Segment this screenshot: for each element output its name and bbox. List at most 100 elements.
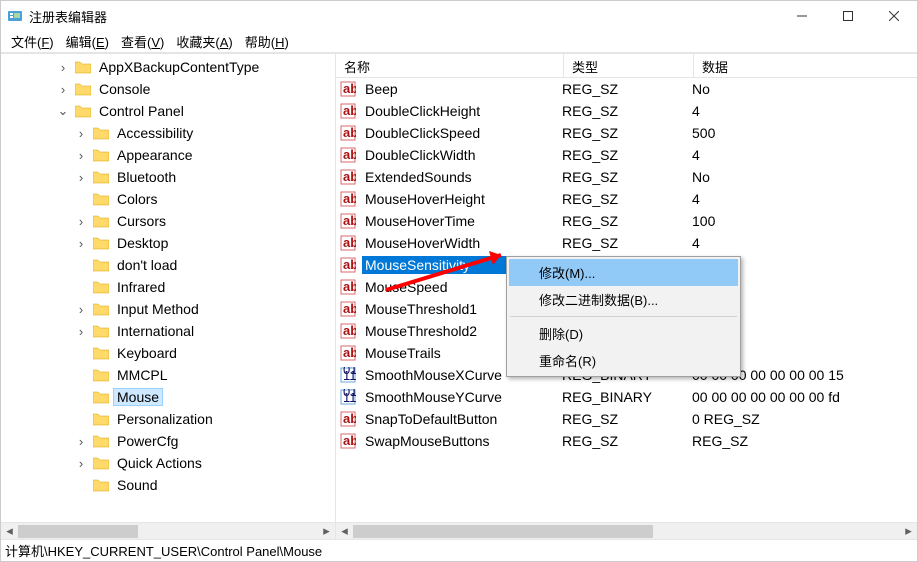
value-row[interactable]: abMouseHoverTimeREG_SZ100	[336, 210, 917, 232]
tree-item[interactable]: ⌄ Control Panel	[1, 100, 335, 122]
value-type: REG_BINARY	[562, 389, 692, 405]
list-body[interactable]: abBeepREG_SZNoabDoubleClickHeightREG_SZ4…	[336, 78, 917, 522]
menu-edit[interactable]: 编辑(E)	[60, 30, 115, 53]
tree-label: International	[113, 322, 198, 340]
tree-item[interactable]: ›PowerCfg	[1, 430, 335, 452]
tree-item[interactable]: Personalization	[1, 408, 335, 430]
tree-item[interactable]: Sound	[1, 474, 335, 496]
ctx-separator	[510, 316, 737, 317]
expand-icon[interactable]: ⌄	[55, 103, 71, 119]
svg-text:ab: ab	[343, 411, 356, 426]
column-header-type[interactable]: 类型	[564, 54, 694, 77]
scroll-thumb[interactable]	[353, 525, 653, 538]
main-content: › AppXBackupContentType › Console ⌄ Control P…	[1, 53, 917, 539]
expand-icon[interactable]: ›	[73, 236, 89, 251]
tree-item[interactable]: ›Input Method	[1, 298, 335, 320]
tree-item[interactable]: don't load	[1, 254, 335, 276]
tree-item[interactable]: Keyboard	[1, 342, 335, 364]
tree-label: Desktop	[113, 234, 172, 252]
statusbar-path: 计算机\HKEY_CURRENT_USER\Control Panel\Mous…	[5, 541, 322, 560]
tree-scrollbar-h[interactable]: ◂ ▸	[1, 522, 335, 539]
tree-item[interactable]: Infrared	[1, 276, 335, 298]
tree-item[interactable]: ›Quick Actions	[1, 452, 335, 474]
close-button[interactable]	[871, 1, 917, 31]
tree-item[interactable]: ›Cursors	[1, 210, 335, 232]
statusbar: 计算机\HKEY_CURRENT_USER\Control Panel\Mous…	[1, 539, 917, 561]
maximize-button[interactable]	[825, 1, 871, 31]
scroll-thumb[interactable]	[18, 525, 138, 538]
value-data: 0 REG_SZ	[692, 411, 917, 427]
value-data: 500	[692, 125, 917, 141]
menu-view[interactable]: 查看(V)	[115, 30, 170, 53]
menu-help[interactable]: 帮助(H)	[239, 30, 295, 53]
value-row[interactable]: abBeepREG_SZNo	[336, 78, 917, 100]
value-type: REG_SZ	[562, 147, 692, 163]
tree-item[interactable]: ›Bluetooth	[1, 166, 335, 188]
expand-icon[interactable]: ›	[73, 170, 89, 185]
svg-text:ab: ab	[343, 257, 356, 272]
value-row[interactable]: abDoubleClickHeightREG_SZ4	[336, 100, 917, 122]
expand-icon[interactable]: ›	[55, 82, 71, 97]
value-row[interactable]: abSwapMouseButtonsREG_SZ REG_SZ	[336, 430, 917, 452]
value-row[interactable]: abDoubleClickSpeedREG_SZ500	[336, 122, 917, 144]
menu-favorites[interactable]: 收藏夹(A)	[170, 30, 238, 53]
ctx-rename[interactable]: 重命名(R)	[509, 347, 738, 374]
expand-icon[interactable]: ›	[73, 126, 89, 141]
value-row[interactable]: abDoubleClickWidthREG_SZ4	[336, 144, 917, 166]
value-type: REG_SZ	[562, 191, 692, 207]
tree-item[interactable]: MMCPL	[1, 364, 335, 386]
tree-pane: › AppXBackupContentType › Console ⌄ Control P…	[1, 54, 336, 539]
minimize-button[interactable]	[779, 1, 825, 31]
ctx-delete[interactable]: 删除(D)	[509, 320, 738, 347]
scroll-track[interactable]	[18, 523, 318, 540]
value-name: MouseHoverWidth	[362, 234, 562, 252]
tree-label: AppXBackupContentType	[95, 58, 263, 76]
scroll-right-icon[interactable]: ▸	[318, 523, 335, 540]
value-type: REG_SZ	[562, 433, 692, 449]
tree-label: Console	[95, 80, 154, 98]
value-name: Beep	[362, 80, 562, 98]
tree-item[interactable]: ›Accessibility	[1, 122, 335, 144]
tree-content[interactable]: › AppXBackupContentType › Console ⌄ Control P…	[1, 54, 335, 522]
value-name: MouseHoverHeight	[362, 190, 562, 208]
tree-label: Infrared	[113, 278, 169, 296]
scroll-left-icon[interactable]: ◂	[1, 523, 18, 540]
value-name: SnapToDefaultButton	[362, 410, 562, 428]
expand-icon[interactable]: ›	[73, 148, 89, 163]
tree-item[interactable]: Mouse	[1, 386, 335, 408]
expand-icon[interactable]: ›	[55, 60, 71, 75]
value-type: REG_SZ	[562, 81, 692, 97]
ctx-modify-binary[interactable]: 修改二进制数据(B)...	[509, 286, 738, 313]
tree-item[interactable]: › International	[1, 320, 335, 342]
list-scrollbar-h[interactable]: ◂ ▸	[336, 522, 917, 539]
value-data: 100	[692, 213, 917, 229]
expand-icon[interactable]: ›	[73, 214, 89, 229]
tree-item[interactable]: › Console	[1, 78, 335, 100]
value-name: DoubleClickWidth	[362, 146, 562, 164]
value-row[interactable]: abExtendedSoundsREG_SZNo	[336, 166, 917, 188]
scroll-left-icon[interactable]: ◂	[336, 523, 353, 540]
expand-icon[interactable]: ›	[73, 324, 89, 339]
column-header-name[interactable]: 名称	[336, 54, 564, 77]
svg-text:ab: ab	[343, 81, 356, 96]
expand-icon[interactable]: ›	[73, 434, 89, 449]
value-data: 4	[692, 103, 917, 119]
tree-item[interactable]: › AppXBackupContentType	[1, 56, 335, 78]
expand-icon[interactable]: ›	[73, 456, 89, 471]
value-row[interactable]: 011110SmoothMouseYCurveREG_BINARY00 00 0…	[336, 386, 917, 408]
svg-text:ab: ab	[343, 213, 356, 228]
tree-label: Control Panel	[95, 102, 188, 120]
scroll-track[interactable]	[353, 523, 900, 540]
column-header-data[interactable]: 数据	[694, 54, 917, 77]
value-row[interactable]: abMouseHoverWidthREG_SZ4	[336, 232, 917, 254]
scroll-right-icon[interactable]: ▸	[900, 523, 917, 540]
svg-text:ab: ab	[343, 125, 356, 140]
expand-icon[interactable]: ›	[73, 302, 89, 317]
menu-file[interactable]: 文件(F)	[5, 30, 60, 53]
value-row[interactable]: abSnapToDefaultButtonREG_SZ0 REG_SZ	[336, 408, 917, 430]
tree-item[interactable]: › Desktop	[1, 232, 335, 254]
value-row[interactable]: abMouseHoverHeightREG_SZ4	[336, 188, 917, 210]
tree-item[interactable]: ›Appearance	[1, 144, 335, 166]
tree-item[interactable]: Colors	[1, 188, 335, 210]
ctx-modify[interactable]: 修改(M)...	[509, 259, 738, 286]
